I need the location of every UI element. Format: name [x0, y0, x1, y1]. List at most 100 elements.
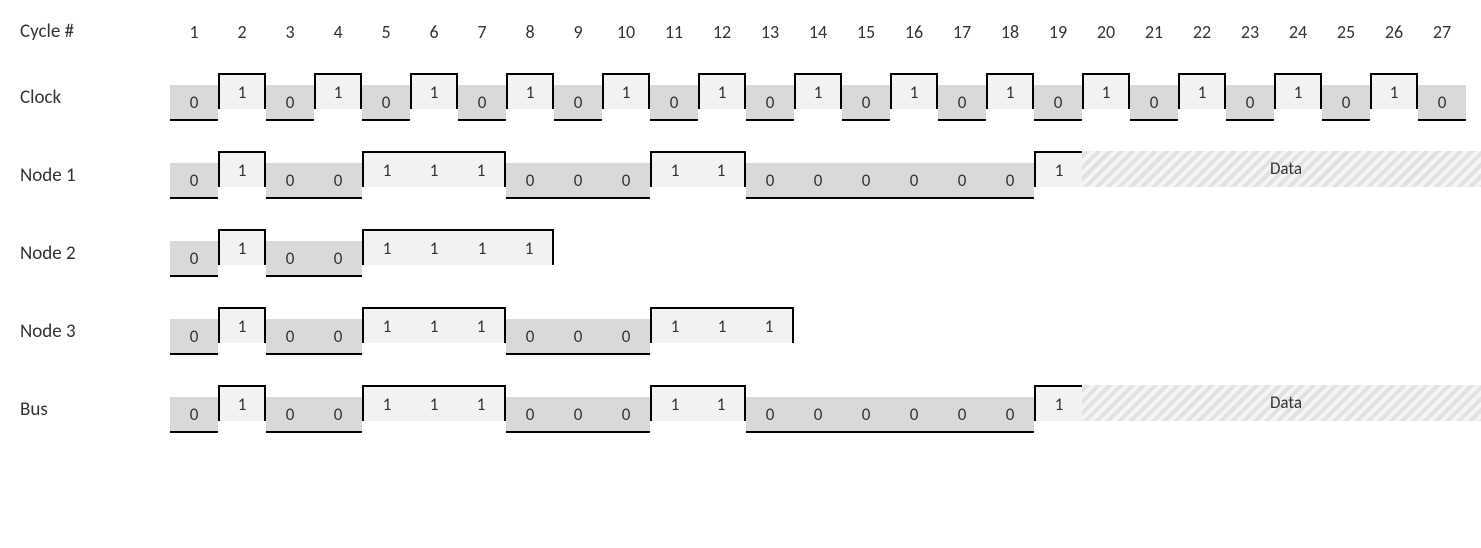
bit-cell: 1 [218, 307, 266, 343]
cycle-number: 17 [938, 21, 986, 43]
bit-cell: 1 [410, 73, 458, 109]
bit-cell: 1 [458, 151, 506, 187]
bit-cell: 0 [554, 319, 602, 355]
bit-cell: 0 [1322, 85, 1370, 121]
signals-container: Clock010101010101010101010101010Node 101… [20, 73, 1461, 433]
cycle-number: 5 [362, 21, 410, 43]
bit-cell: 0 [506, 397, 554, 433]
bit-cell: 0 [746, 397, 794, 433]
cycle-number: 6 [410, 21, 458, 43]
bit-cell: 0 [890, 397, 938, 433]
bit-cell: 0 [506, 163, 554, 199]
cycle-label: Cycle # [20, 20, 160, 43]
signal-row: Bus0100111000110000001Data [20, 385, 1461, 433]
bit-cell: 1 [794, 73, 842, 109]
bit-cell: 1 [986, 73, 1034, 109]
bit-cell: 1 [698, 307, 746, 343]
bit-cell: 1 [1178, 73, 1226, 109]
bit-cell: 0 [554, 397, 602, 433]
cycle-number: 8 [506, 21, 554, 43]
bit-cell: 1 [362, 151, 410, 187]
cycle-number: 18 [986, 21, 1034, 43]
bit-cell: 0 [314, 397, 362, 433]
bit-cell: 1 [314, 73, 362, 109]
bit-cell: 1 [218, 151, 266, 187]
bit-cell: 0 [170, 241, 218, 277]
bit-cell: 0 [794, 397, 842, 433]
bit-cell: 1 [698, 73, 746, 109]
bit-cell: 1 [698, 151, 746, 187]
bit-cell: 1 [1370, 73, 1418, 109]
bit-cell: 1 [650, 385, 698, 421]
bit-cell: 0 [266, 85, 314, 121]
signal-row: Node 30100111000111 [20, 307, 1461, 355]
signal-track: 01001111 [160, 229, 554, 277]
bit-cell: 0 [1226, 85, 1274, 121]
bit-cell: 0 [554, 163, 602, 199]
bit-cell: 1 [362, 229, 410, 265]
bit-cell: 1 [746, 307, 794, 343]
bit-cell: 1 [218, 229, 266, 265]
bit-cell: 1 [1034, 385, 1082, 421]
signal-label: Node 3 [20, 320, 160, 343]
bit-cell: 0 [842, 397, 890, 433]
bit-cell: 1 [410, 385, 458, 421]
bit-cell: 0 [650, 85, 698, 121]
signal-track: 0100111000110000001Data [160, 385, 1481, 433]
bit-cell: 0 [362, 85, 410, 121]
bit-cell: 1 [1082, 73, 1130, 109]
cycle-number: 27 [1418, 21, 1466, 43]
bit-cell: 0 [314, 163, 362, 199]
bit-cell: 0 [266, 163, 314, 199]
timing-diagram: Cycle # 12345678910111213141516171819202… [20, 20, 1461, 433]
bit-cell: 0 [986, 397, 1034, 433]
bit-cell: 0 [938, 163, 986, 199]
signal-row: Clock010101010101010101010101010 [20, 73, 1461, 121]
cycle-number: 12 [698, 21, 746, 43]
cycle-numbers: 1234567891011121314151617181920212223242… [160, 21, 1466, 43]
cycle-number: 15 [842, 21, 890, 43]
cycle-number: 24 [1274, 21, 1322, 43]
bit-cell: 0 [602, 397, 650, 433]
bit-cell: 0 [986, 163, 1034, 199]
bit-cell: 0 [890, 163, 938, 199]
bit-cell: 0 [266, 241, 314, 277]
bit-cell: 1 [458, 385, 506, 421]
cycle-number: 22 [1178, 21, 1226, 43]
cycle-number: 4 [314, 21, 362, 43]
bit-cell: 1 [890, 73, 938, 109]
bit-cell: 1 [602, 73, 650, 109]
cycle-number: 10 [602, 21, 650, 43]
bit-cell: 0 [602, 319, 650, 355]
bit-cell: 0 [938, 397, 986, 433]
bit-cell: 0 [1034, 85, 1082, 121]
cycle-number: 11 [650, 21, 698, 43]
signal-track: 0100111000111 [160, 307, 794, 355]
signal-track: 0100111000110000001Data [160, 151, 1481, 199]
bit-cell: 0 [746, 163, 794, 199]
bit-cell: 0 [458, 85, 506, 121]
cycle-number: 13 [746, 21, 794, 43]
signal-row: Node 201001111 [20, 229, 1461, 277]
cycle-header-row: Cycle # 12345678910111213141516171819202… [20, 20, 1461, 43]
bit-cell: 1 [362, 385, 410, 421]
bit-cell: 0 [746, 85, 794, 121]
bit-cell: 0 [794, 163, 842, 199]
bit-cell: 0 [602, 163, 650, 199]
bit-cell: 0 [170, 397, 218, 433]
cycle-number: 7 [458, 21, 506, 43]
bit-cell: 0 [842, 85, 890, 121]
signal-label: Node 2 [20, 242, 160, 265]
bit-cell: 0 [170, 319, 218, 355]
cycle-number: 16 [890, 21, 938, 43]
bit-cell: 0 [266, 319, 314, 355]
bit-cell: 1 [410, 307, 458, 343]
data-region: Data [1082, 385, 1481, 421]
bit-cell: 1 [650, 307, 698, 343]
cycle-number: 19 [1034, 21, 1082, 43]
bit-cell: 1 [410, 229, 458, 265]
signal-row: Node 10100111000110000001Data [20, 151, 1461, 199]
cycle-number: 25 [1322, 21, 1370, 43]
bit-cell: 0 [1418, 85, 1466, 121]
bit-cell: 1 [362, 307, 410, 343]
